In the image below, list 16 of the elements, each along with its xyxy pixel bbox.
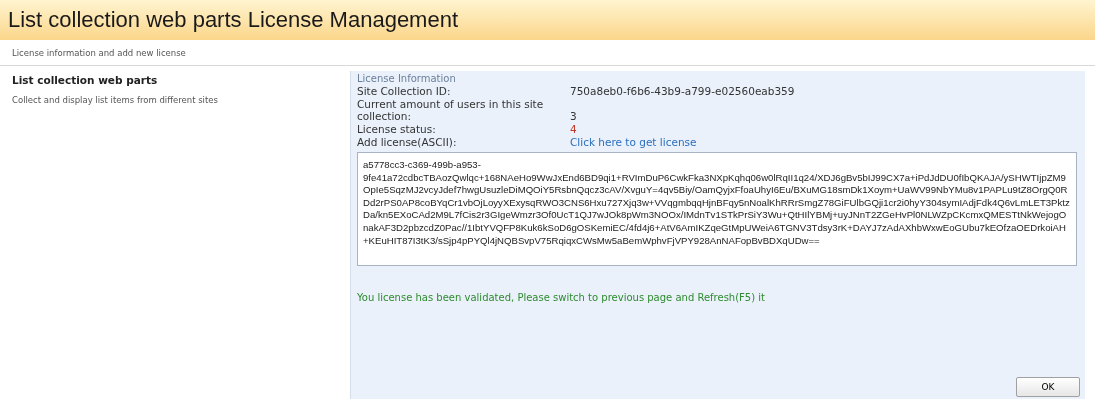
get-license-link[interactable]: Click here to get license <box>570 136 697 148</box>
field-value: 3 <box>570 110 577 122</box>
field-value: 750a8eb0-f6b6-43b9-a799-e02560eab359 <box>570 85 795 97</box>
page-title: List collection web parts License Management <box>8 7 459 33</box>
validation-message: You license has been validated, Please switch to previous page and Refresh(F5) it <box>357 291 766 305</box>
subtitle: License information and add new license <box>0 40 1095 66</box>
field-label: Add license(ASCII): <box>357 136 458 148</box>
ok-button[interactable]: OK <box>1016 377 1080 397</box>
section-title: List collection web parts <box>12 74 159 86</box>
panel-heading: License Information <box>357 73 457 84</box>
field-label: License status: <box>357 123 437 135</box>
license-field[interactable]: a5778cc3-c369-499b-a953-9fe41a72cdbcTBAozQwlqc+168NAeHo9WwJxEnd6BD9qi1+RVImDuP6CwkFka3NXpKqhq06w0lRqII1q24/XDJ6gBv5bIJ99CX7a+iPdJdDU0fIbQKAJA/ySHWTIjpZM9OpIe5SqzMJ2vcyJdef7hwgUsuzleDiMQOiY5RsbnQqcz3cAV/XvguY=4qv5Biy/OamQyjxFfoaUhyI6Eu/BXuMG18smDk1Xoym+UaWV99NbYMu8v1PAPLu9tZ8OrgQ0RDd2rPS0AP8coBYqCr1vbOjLoyyXExysqRWO3CNS6Hxu727Xjq3w+VVqgmbqqHjnBFqy5nNoalKhRRrSmgZ78GiFUlbGQji1cr2i0hyY304symIAdjFdk4Q6vLmLET3PktzDa/kn5EXoCAd2M9L7fCis2r3GIgeWmzr3Of0UcT1QJ7wJOk8pWm3NOOx/IMdnTv1STkPrSiY3Wu+QtHIlYBMj+uyJNnT2ZGeHvPl0NLWZpCKcmxQMESTtNkWejogOnakAF3D2pbzcdZ0Pac//1IbtYVQFP8Kuk6kSoD6gOSKemiEC/4fd4j6+AtV6AmIKZqeGtMpUWeiA6TGNV3Tdsy3rK+DAYJ7zAdAXhbWxwEoGUbu7kEOfzaOEDrkoiAH+KEuHIT87I3tK3/sSjp4pPYQl4jNQBSvpV75RqiqxCWsMw5aBemWphvFjVPY928AnNAFopBvBDXqUDw== <box>357 152 1077 266</box>
section-description: Collect and display list items from different sites <box>12 95 219 105</box>
field-label: Site Collection ID: <box>357 85 452 97</box>
field-label: Current amount of users in this site collection: <box>357 98 545 122</box>
field-value: 4 <box>570 123 577 135</box>
